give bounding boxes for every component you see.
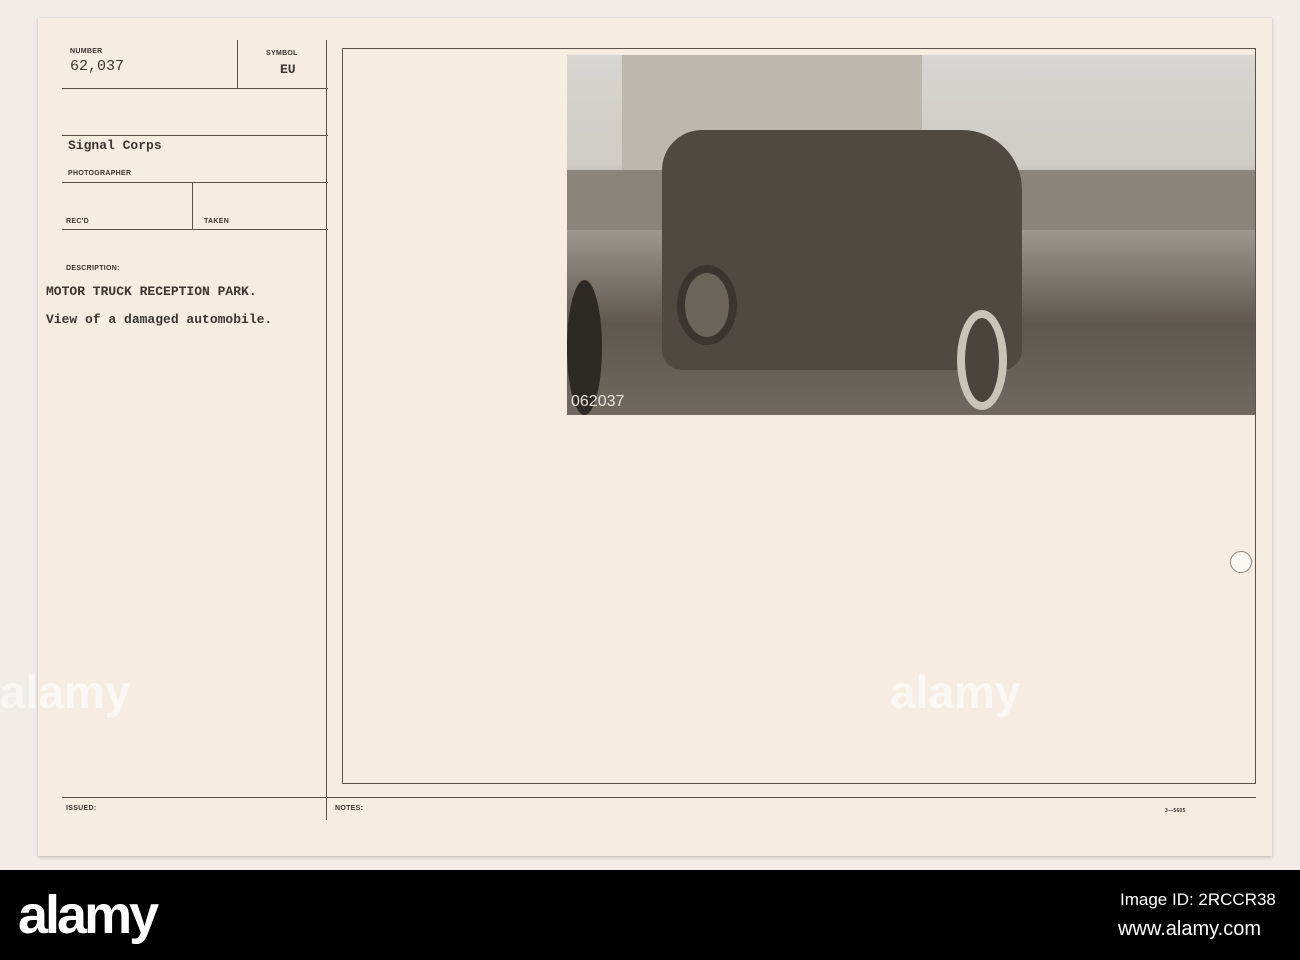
- notes-label: NOTES:: [335, 805, 364, 812]
- taken-label: TAKEN: [204, 218, 230, 225]
- divider: [237, 40, 238, 88]
- photographer-label: PHOTOGRAPHER: [68, 170, 132, 177]
- photograph-damaged-automobile: 062037: [567, 55, 1255, 415]
- column-divider: [326, 40, 327, 820]
- watermark-logo: alamy: [890, 666, 1021, 718]
- divider: [62, 182, 328, 183]
- image-id: Image ID: 2RCCR38: [1120, 890, 1276, 909]
- punch-hole: [1230, 551, 1252, 573]
- description-title: MOTOR TRUCK RECEPTION PARK.: [46, 284, 257, 299]
- symbol-label: SYMBOL: [266, 50, 298, 57]
- alamy-logo: alamy: [18, 885, 159, 945]
- symbol-value: EU: [280, 62, 296, 77]
- number-value: 62,037: [70, 58, 125, 75]
- description-label: DESCRIPTION:: [66, 265, 120, 272]
- description-text: View of a damaged automobile.: [46, 312, 273, 327]
- divider: [62, 229, 328, 230]
- photographer-value: Signal Corps: [68, 138, 162, 153]
- recd-label: REC'D: [66, 218, 89, 225]
- wheel: [957, 310, 1007, 410]
- wheel: [677, 265, 737, 345]
- watermark-logo: alamy: [0, 666, 131, 718]
- issued-label: ISSUED:: [66, 805, 97, 812]
- form-number: 3—5605: [1165, 808, 1186, 814]
- divider: [62, 135, 328, 136]
- divider: [62, 88, 328, 89]
- divider: [192, 182, 193, 229]
- divider: [62, 797, 1256, 798]
- photo-number: 062037: [571, 393, 625, 410]
- number-label: NUMBER: [70, 48, 103, 55]
- alamy-url[interactable]: www.alamy.com: [1118, 918, 1261, 941]
- alamy-footer: alamy Image ID: 2RCCR38 www.alamy.com: [0, 870, 1300, 960]
